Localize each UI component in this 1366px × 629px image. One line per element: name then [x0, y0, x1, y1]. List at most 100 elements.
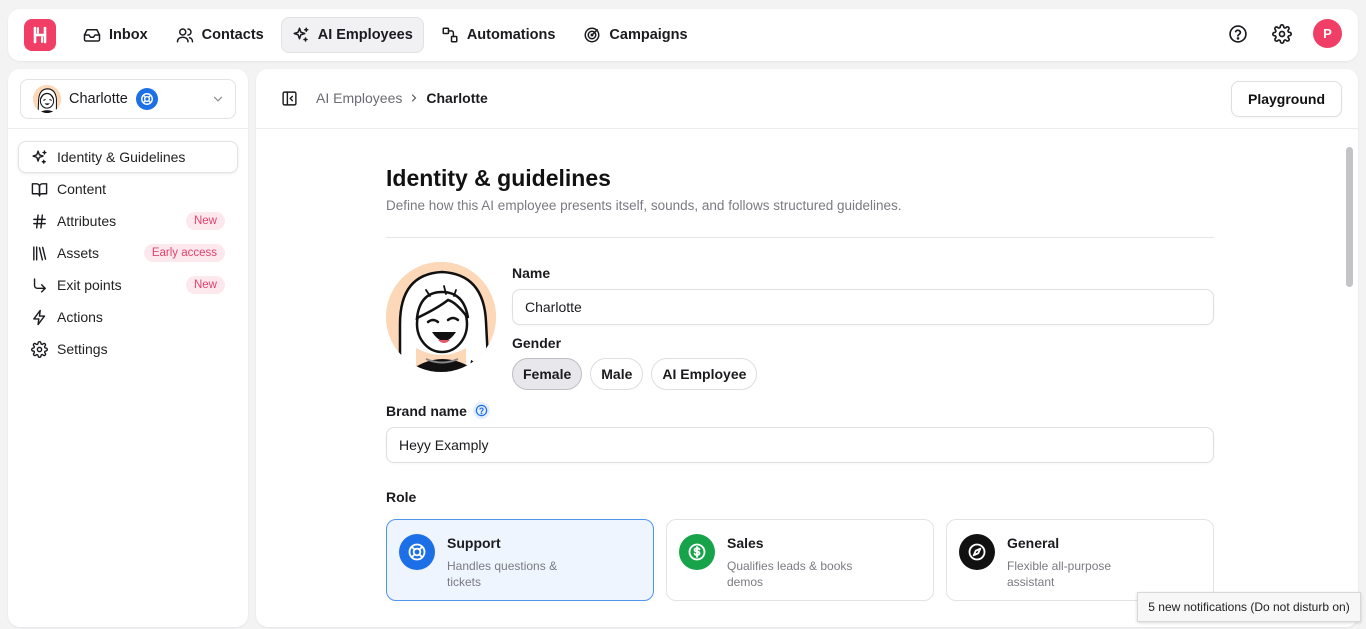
role-card-support[interactable]: Support Handles questions & tickets — [386, 519, 654, 601]
lifebuoy-icon — [140, 93, 153, 105]
nav-automations-label: Automations — [466, 27, 556, 43]
sidebar-item-label: Actions — [57, 309, 103, 325]
employee-avatar-large[interactable] — [386, 262, 496, 372]
charlotte-avatar-icon — [386, 262, 496, 372]
nav-inbox[interactable]: Inbox — [72, 17, 159, 53]
sidebar-item-label: Identity & Guidelines — [57, 149, 186, 165]
employee-name: Charlotte — [69, 91, 128, 107]
sidebar-item-settings[interactable]: Settings — [18, 333, 238, 365]
role-label: Role — [386, 489, 417, 505]
charlotte-avatar-icon — [33, 85, 61, 113]
panel-left-icon — [282, 91, 297, 106]
library-icon — [33, 245, 47, 261]
general-role-badge — [959, 534, 995, 570]
help-icon — [1229, 24, 1247, 43]
dollar-icon — [688, 543, 706, 561]
gender-option-ai-employee[interactable]: AI Employee — [651, 358, 758, 390]
top-right-controls: P — [1225, 19, 1342, 48]
notification-toast[interactable]: 5 new notifications (Do not disturb on) — [1137, 592, 1361, 622]
top-navigation-bar: Inbox Contacts AI Employees Automations … — [8, 9, 1358, 61]
gender-label: Gender — [512, 335, 562, 351]
gender-option-female[interactable]: Female — [512, 358, 583, 390]
chevron-down-icon — [213, 96, 223, 102]
sidebar-item-label: Content — [57, 181, 107, 197]
gender-option-male[interactable]: Male — [590, 358, 644, 390]
help-icon — [475, 404, 488, 417]
automations-icon — [442, 27, 458, 43]
main-header: AI Employees Charlotte Playground — [256, 69, 1358, 129]
brand-help-button[interactable] — [472, 402, 490, 419]
sidebar-item-label: Exit points — [57, 277, 122, 293]
sidebar-item-label: Assets — [57, 245, 100, 261]
breadcrumb-ai-employees[interactable]: AI Employees — [316, 90, 402, 106]
contacts-icon — [176, 28, 193, 43]
gear-icon — [31, 340, 48, 358]
nav-contacts[interactable]: Contacts — [165, 17, 275, 53]
brand-name-label-row: Brand name — [386, 402, 1214, 419]
nav-campaigns-label: Campaigns — [609, 27, 688, 43]
role-title: General — [1007, 535, 1060, 551]
early-access-badge: Early access — [143, 244, 225, 262]
new-badge: New — [185, 276, 225, 294]
role-options: Support Handles questions & tickets Sale… — [386, 519, 1214, 601]
sidebar-item-content[interactable]: Content — [18, 173, 238, 205]
hash-icon — [33, 213, 46, 229]
nav-inbox-label: Inbox — [109, 27, 148, 43]
sparkles-icon — [32, 149, 47, 164]
sidebar-item-exit-points[interactable]: Exit points New — [18, 269, 238, 301]
sidebar-item-identity-guidelines[interactable]: Identity & Guidelines — [18, 141, 238, 173]
scrollbar-thumb[interactable] — [1346, 147, 1353, 287]
role-title: Sales — [727, 535, 764, 551]
section-divider — [386, 237, 1214, 238]
role-title: Support — [447, 535, 501, 551]
playground-button[interactable]: Playground — [1230, 81, 1342, 117]
settings-button[interactable] — [1269, 21, 1295, 47]
nav-campaigns[interactable]: Campaigns — [572, 17, 698, 53]
breadcrumb: AI Employees Charlotte — [316, 90, 488, 106]
page-subtitle: Define how this AI employee presents its… — [386, 198, 902, 213]
sales-role-badge — [679, 534, 715, 570]
nav-contacts-label: Contacts — [201, 27, 264, 43]
sidebar-item-label: Settings — [57, 341, 108, 357]
collapse-sidebar-button[interactable] — [281, 90, 298, 107]
breadcrumb-current: Charlotte — [426, 90, 488, 106]
nav-ai-employees[interactable]: AI Employees — [280, 17, 424, 53]
page-title: Identity & guidelines — [386, 165, 611, 191]
user-avatar[interactable]: P — [1313, 19, 1342, 48]
identity-content: Identity & guidelines Define how this AI… — [386, 165, 1214, 601]
employee-avatar — [33, 85, 61, 113]
logo-mark-icon — [33, 26, 47, 44]
name-input[interactable]: Charlotte — [512, 289, 1214, 325]
sidebar-item-label: Attributes — [57, 213, 117, 229]
nav-ai-employees-label: AI Employees — [317, 27, 413, 43]
sidebar: Charlotte Identity & Guidelines Content … — [8, 69, 248, 627]
help-button[interactable] — [1225, 21, 1251, 47]
identity-section: Name Charlotte Gender Female Male AI Emp… — [386, 262, 1214, 402]
sidebar-menu: Identity & Guidelines Content Attributes… — [18, 141, 238, 365]
new-badge: New — [185, 212, 225, 230]
sidebar-divider — [8, 128, 248, 129]
role-card-general[interactable]: General Flexible all-purpose assistant — [946, 519, 1214, 601]
role-description: Handles questions & tickets — [447, 559, 558, 589]
lifebuoy-icon — [408, 543, 426, 561]
gear-icon — [1272, 23, 1292, 44]
main-panel: AI Employees Charlotte Playground Identi… — [256, 69, 1358, 627]
chevron-right-icon — [412, 94, 417, 102]
sidebar-item-attributes[interactable]: Attributes New — [18, 205, 238, 237]
sidebar-item-assets[interactable]: Assets Early access — [18, 237, 238, 269]
gender-options: Female Male AI Employee — [512, 358, 1214, 390]
sidebar-item-actions[interactable]: Actions — [18, 301, 238, 333]
support-role-badge — [399, 534, 435, 570]
role-description: Flexible all-purpose assistant — [1007, 559, 1112, 589]
role-card-sales[interactable]: Sales Qualifies leads & books demos — [666, 519, 934, 601]
book-icon — [31, 182, 48, 197]
compass-icon — [968, 543, 986, 561]
corner-down-right-icon — [33, 277, 46, 293]
sparkles-icon — [293, 27, 309, 42]
app-logo[interactable] — [24, 19, 56, 51]
nav-automations[interactable]: Automations — [430, 17, 567, 53]
main-nav: Inbox Contacts AI Employees Automations … — [72, 17, 699, 53]
brand-name-label: Brand name — [386, 402, 467, 419]
brand-name-input[interactable]: Heyy Examply — [386, 427, 1214, 463]
employee-selector[interactable]: Charlotte — [20, 79, 236, 119]
